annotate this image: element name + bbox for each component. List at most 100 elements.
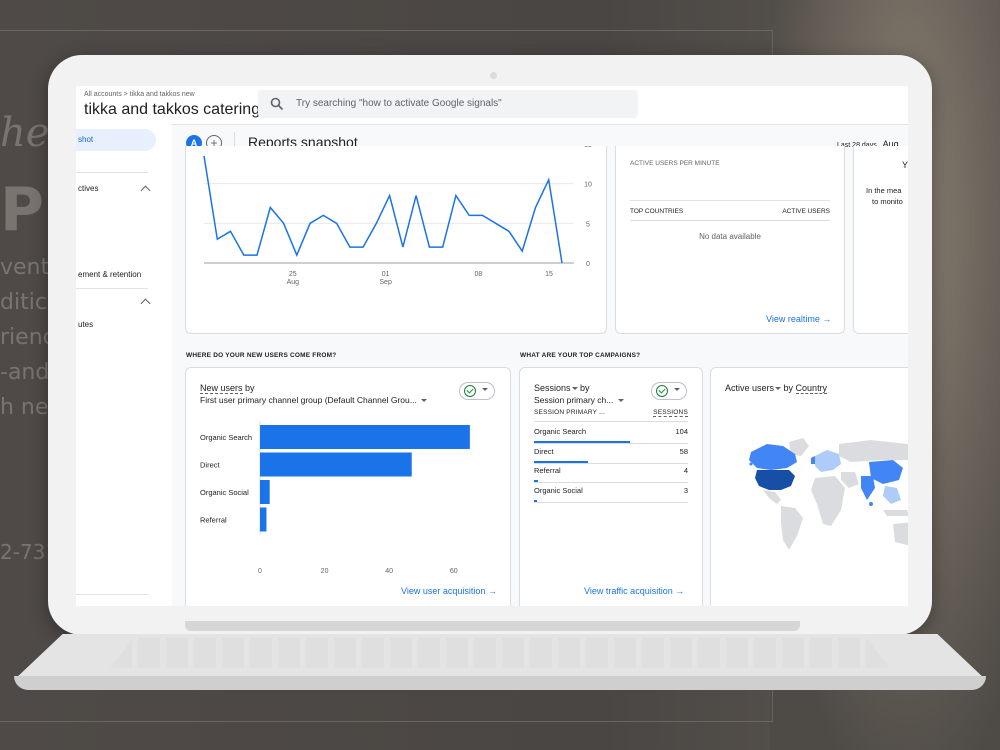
section-heading-campaigns: WHAT ARE YOUR TOP CAMPAIGNS? bbox=[520, 352, 641, 359]
table-row[interactable]: Direct 58 bbox=[534, 444, 688, 464]
new-users-bar-chart: Organic Search Direct Organic Social Referr… bbox=[200, 421, 470, 575]
category-label: Organic Social bbox=[200, 488, 249, 497]
view-user-acquisition-label: View user acquisition bbox=[401, 586, 486, 596]
map-region-south-america bbox=[781, 506, 803, 550]
title-by: by bbox=[781, 383, 796, 393]
background-word: rienc bbox=[0, 325, 55, 350]
map-region-canada bbox=[749, 444, 797, 470]
table-row[interactable]: Organic Search 104 bbox=[534, 424, 688, 444]
y-tick-label: 15 bbox=[584, 146, 592, 149]
dimension-selector[interactable]: Country bbox=[795, 383, 828, 394]
bar[interactable] bbox=[260, 480, 270, 504]
map-region-indonesia bbox=[883, 510, 908, 516]
x-tick-day: 08 bbox=[475, 271, 483, 278]
chevron-up-icon[interactable] bbox=[140, 185, 151, 196]
x-tick-label: 20 bbox=[321, 568, 329, 575]
map-region-usa bbox=[755, 470, 795, 490]
card-title: Sessions by bbox=[534, 383, 590, 393]
column-header-sessions[interactable]: SESSIONS bbox=[653, 409, 688, 417]
sidebar-item-objectives[interactable]: ctives bbox=[78, 184, 98, 193]
account-selector[interactable]: tikka and takkos catering bbox=[84, 101, 276, 119]
map-region-middle-east bbox=[841, 472, 859, 488]
bar[interactable] bbox=[260, 452, 412, 477]
dimension-selector[interactable]: Session primary ch... bbox=[534, 395, 624, 405]
card-text: In the mea bbox=[866, 186, 902, 195]
map-region-mexico bbox=[763, 490, 781, 504]
dimension-label: First user primary channel group (Defaul… bbox=[200, 395, 417, 405]
map-region-russia bbox=[839, 440, 908, 462]
card-title: New users by bbox=[200, 383, 255, 394]
divider bbox=[76, 288, 148, 289]
insights-status-button[interactable] bbox=[459, 382, 495, 400]
metric-selector[interactable]: Active users bbox=[725, 383, 774, 393]
webcam bbox=[490, 72, 497, 79]
background-word: ditic bbox=[0, 290, 47, 315]
x-tick-label: 40 bbox=[385, 568, 393, 575]
check-circle-icon bbox=[464, 385, 476, 397]
search-icon bbox=[270, 97, 284, 111]
series-line bbox=[203, 155, 563, 264]
row-value: 58 bbox=[679, 446, 688, 456]
map-region-australia bbox=[893, 522, 908, 546]
view-user-acquisition-link[interactable]: View user acquisition → bbox=[401, 586, 497, 596]
table-row[interactable]: Referral 4 bbox=[534, 463, 688, 483]
caret-down-icon bbox=[421, 399, 428, 403]
sidebar-item-attributes[interactable]: utes bbox=[78, 320, 93, 329]
traffic-acquisition-card: Sessions by Session primary ch... SESSIO… bbox=[519, 367, 703, 606]
metric-selector[interactable]: New users bbox=[200, 383, 243, 394]
table-row[interactable]: Organic Social 3 bbox=[534, 483, 688, 503]
x-tick-month: Aug bbox=[287, 279, 300, 286]
arrow-right-icon: → bbox=[487, 586, 497, 596]
users-over-time-card: 15 10 5 0 25Aug 01Sep 08 15 bbox=[185, 146, 607, 334]
title-by: by bbox=[242, 383, 255, 393]
map-region-pacific bbox=[749, 462, 753, 466]
row-value: 3 bbox=[683, 485, 688, 495]
map-region-sri-lanka bbox=[869, 502, 873, 506]
metric-selector[interactable]: Sessions bbox=[534, 383, 571, 393]
row-label: Organic Social bbox=[534, 485, 583, 495]
y-tick-label: 10 bbox=[584, 182, 592, 189]
dimension-label: Session primary ch... bbox=[534, 395, 614, 405]
map-region-africa bbox=[811, 476, 845, 526]
view-traffic-acquisition-label: View traffic acquisition bbox=[584, 586, 673, 596]
view-traffic-acquisition-link[interactable]: View traffic acquisition → bbox=[584, 586, 684, 596]
divider bbox=[630, 200, 830, 201]
keyboard bbox=[110, 638, 890, 668]
y-tick-label: 5 bbox=[586, 221, 590, 228]
background-word: h ne bbox=[0, 395, 49, 420]
column-header-dimension[interactable]: SESSION PRIMARY ... bbox=[534, 409, 605, 416]
bar[interactable] bbox=[260, 425, 470, 449]
insights-status-button[interactable] bbox=[651, 382, 687, 400]
view-realtime-label: View realtime bbox=[766, 314, 820, 324]
map-region-china bbox=[869, 460, 903, 484]
category-label: Referral bbox=[200, 516, 227, 525]
search-bar[interactable]: Try searching "how to activate Google si… bbox=[258, 90, 638, 118]
divider bbox=[534, 421, 688, 422]
title-by: by bbox=[577, 383, 590, 393]
realtime-card: ACTIVE USERS PER MINUTE TOP COUNTRIES AC… bbox=[615, 146, 845, 334]
row-value: 4 bbox=[683, 466, 688, 475]
chevron-up-icon[interactable] bbox=[140, 298, 151, 309]
screen: All accounts > tikka and takkos new tikk… bbox=[76, 86, 908, 606]
x-tick-day: 15 bbox=[545, 271, 553, 278]
y-tick-label: 0 bbox=[586, 261, 590, 268]
background-word: -and bbox=[0, 360, 50, 385]
dimension-selector[interactable]: First user primary channel group (Defaul… bbox=[200, 395, 428, 405]
breadcrumb[interactable]: All accounts > tikka and takkos new bbox=[84, 91, 195, 98]
bar[interactable] bbox=[260, 507, 267, 532]
chevron-down-icon bbox=[482, 388, 488, 391]
world-map bbox=[749, 438, 908, 550]
top-bar: All accounts > tikka and takkos new tikk… bbox=[76, 86, 908, 125]
sidebar-item-engagement[interactable]: ement & retention bbox=[78, 270, 141, 279]
x-tick-day: 01 bbox=[382, 271, 390, 278]
background-word: vent bbox=[0, 255, 50, 280]
view-realtime-link[interactable]: View realtime → bbox=[766, 314, 831, 324]
row-bar bbox=[534, 499, 537, 502]
sidebar: shot ctives ement & retention utes bbox=[76, 124, 172, 606]
divider bbox=[76, 594, 148, 595]
card-footer bbox=[854, 283, 908, 333]
users-by-country-card: Active users by Country bbox=[710, 367, 908, 606]
category-label: Direct bbox=[200, 461, 221, 470]
laptop-hinge bbox=[185, 621, 800, 631]
section-heading-new-users: WHERE DO YOUR NEW USERS COME FROM? bbox=[186, 352, 337, 359]
